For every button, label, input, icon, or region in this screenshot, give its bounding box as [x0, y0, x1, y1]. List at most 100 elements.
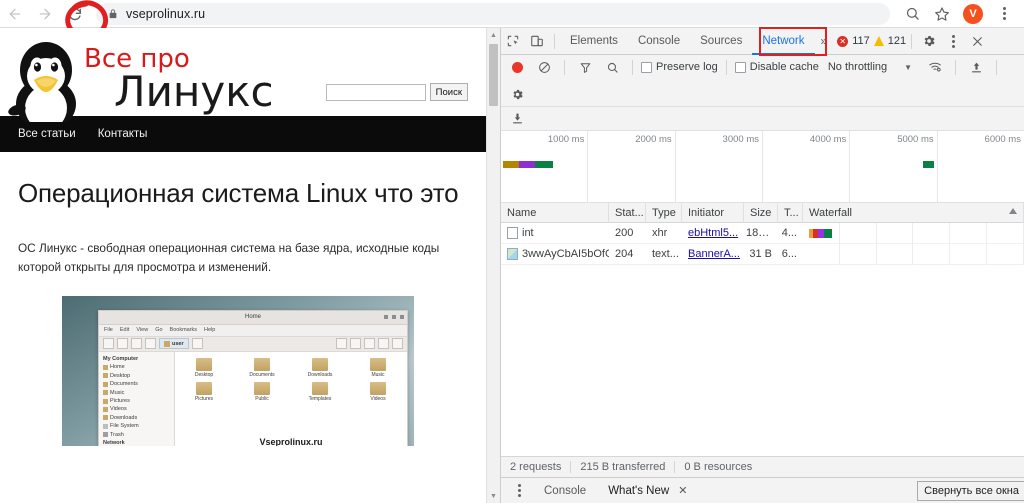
reload-button[interactable] — [60, 0, 90, 28]
site-search: Поиск — [325, 83, 468, 101]
tux-penguin-logo — [8, 42, 76, 122]
fm-menu-bookmarks: Bookmarks — [169, 327, 198, 334]
record-button[interactable] — [505, 55, 529, 79]
tab-sources[interactable]: Sources — [690, 28, 752, 55]
drawer-close-icon[interactable]: ✕ — [678, 484, 687, 497]
column-header-size[interactable]: Size — [744, 202, 778, 223]
clear-icon[interactable] — [532, 55, 556, 79]
back-button[interactable] — [0, 0, 30, 28]
throttling-value[interactable]: No throttling — [828, 61, 887, 73]
warning-count: 121 — [887, 35, 907, 47]
network-overview-timeline[interactable]: 1000 ms 2000 ms 3000 ms 4000 ms 5000 ms — [501, 131, 1024, 203]
browser-menu-icon[interactable] — [990, 0, 1018, 28]
article-figure: Home File Edit View Go Bookmarks Help us… — [62, 295, 414, 446]
network-conditions-wifi-icon[interactable] — [923, 55, 947, 79]
chevron-down-icon[interactable]: ▼ — [904, 63, 912, 72]
arrow-left-icon — [9, 8, 21, 19]
forward-button[interactable] — [30, 0, 60, 28]
fm-folder-downloads: Downloads — [291, 357, 349, 378]
cell-initiator[interactable]: BannerA... — [682, 244, 744, 265]
overview-cell: 6000 ms — [938, 131, 1024, 202]
cell-initiator[interactable]: ebHtml5... — [682, 223, 744, 244]
fm-folder-desktop: Desktop — [175, 357, 233, 378]
tab-network[interactable]: Network — [752, 28, 814, 55]
fm-sidebar-item-trash: Trash — [103, 431, 174, 439]
table-row[interactable]: int 200 xhr ebHtml5... 184... 4... — [501, 223, 1024, 244]
site-search-input[interactable] — [325, 83, 426, 101]
zoom-search-icon[interactable] — [898, 0, 926, 28]
column-header-initiator[interactable]: Initiator — [682, 202, 744, 223]
devtools-drawer: Console What's New ✕ Свернуть все окна — [501, 477, 1024, 503]
cell-size: 31 B — [749, 247, 772, 260]
avatar[interactable]: V — [963, 3, 983, 24]
overview-request-bar-2 — [922, 161, 934, 168]
drawer-menu-icon[interactable] — [507, 479, 531, 503]
cell-waterfall — [803, 223, 1024, 244]
network-settings-gear-icon[interactable] — [505, 82, 529, 106]
overview-request-bar-1 — [503, 161, 553, 168]
fm-up-icon — [131, 338, 142, 350]
site-search-button[interactable]: Поиск — [429, 83, 468, 101]
cell-status: 204 — [615, 247, 634, 260]
column-header-waterfall[interactable]: Waterfall — [803, 202, 1024, 223]
cell-name[interactable]: int — [501, 223, 609, 244]
network-toolbar: Preserve log Disable cache No throttling… — [501, 55, 1024, 107]
fm-window-buttons — [384, 315, 404, 320]
devtools-menu-icon[interactable] — [941, 29, 965, 53]
reload-icon — [68, 7, 81, 20]
site-title: Все про Линукс — [84, 46, 274, 114]
device-toolbar-icon[interactable] — [525, 29, 549, 53]
page-scrollbar[interactable]: ▲ ▼ — [486, 28, 500, 503]
collapse-all-windows-button[interactable]: Свернуть все окна — [917, 480, 1024, 501]
request-name: 3wwAyCbAI5bOfOx... — [522, 247, 609, 260]
filter-icon[interactable] — [573, 55, 597, 79]
request-name: int — [522, 226, 534, 239]
cell-name[interactable]: 3wwAyCbAI5bOfOx... — [501, 244, 609, 265]
network-search-icon[interactable] — [600, 55, 624, 79]
fm-sidebar-item-my-computer: My Computer — [103, 355, 139, 362]
fm-forward-icon — [117, 338, 128, 350]
nav-item-all-articles[interactable]: Все статьи — [18, 128, 76, 140]
status-requests: 2 requests — [501, 461, 572, 473]
overview-tick-6: 6000 ms — [984, 134, 1021, 145]
inspect-element-icon[interactable] — [501, 29, 525, 53]
drawer-tab-console[interactable]: Console — [535, 478, 595, 503]
address-bar[interactable]: vseprolinux.ru — [96, 2, 890, 25]
fm-menu-file: File — [104, 327, 113, 334]
tab-console[interactable]: Console — [628, 28, 690, 55]
devtools-close-icon[interactable] — [965, 29, 989, 53]
tab-elements[interactable]: Elements — [560, 28, 628, 55]
preserve-log-label: Preserve log — [656, 61, 718, 73]
nav-item-contacts[interactable]: Контакты — [98, 128, 148, 140]
drawer-tab-whats-new[interactable]: What's New — [599, 478, 678, 503]
more-tabs-icon[interactable]: » — [815, 34, 834, 48]
fm-sidebar-item-desktop: Desktop — [103, 372, 174, 380]
issue-counts[interactable]: ✕ 117 121 — [837, 35, 906, 47]
cell-time: 6... — [781, 247, 797, 260]
cell-waterfall — [803, 243, 1024, 265]
file-manager-screenshot: Home File Edit View Go Bookmarks Help us… — [98, 309, 408, 446]
cell-type: text... — [652, 247, 679, 260]
devtools-panel: Elements Console Sources Network » ✕ 117… — [500, 27, 1024, 503]
browser-tool-icons: V — [898, 0, 1024, 28]
sort-ascending-icon — [1009, 207, 1017, 214]
devtools-settings-gear-icon[interactable] — [917, 29, 941, 53]
import-har-icon[interactable] — [964, 55, 988, 79]
fm-folder-documents: Documents — [233, 357, 291, 378]
table-row[interactable]: 3wwAyCbAI5bOfOx... 204 text... BannerA..… — [501, 243, 1024, 265]
fm-folder-videos: Videos — [349, 381, 407, 402]
scroll-up-arrow[interactable]: ▲ — [487, 28, 500, 42]
bookmark-star-icon[interactable] — [928, 0, 956, 28]
preserve-log-checkbox[interactable]: Preserve log — [641, 61, 718, 73]
export-har-icon[interactable] — [505, 107, 529, 131]
scrollbar-thumb[interactable] — [489, 44, 498, 106]
column-header-type[interactable]: Type — [646, 202, 682, 223]
fm-refresh-icon — [336, 338, 347, 350]
column-header-time[interactable]: T... — [778, 202, 803, 223]
column-header-name[interactable]: Name — [501, 202, 609, 223]
scroll-down-arrow[interactable]: ▼ — [487, 489, 500, 503]
requests-table-body[interactable]: int 200 xhr ebHtml5... 184... 4... 3wwAy… — [501, 223, 1024, 456]
fm-titlebar: Home — [99, 310, 407, 325]
disable-cache-checkbox[interactable]: Disable cache — [734, 61, 819, 73]
column-header-status[interactable]: Stat... — [609, 202, 646, 223]
